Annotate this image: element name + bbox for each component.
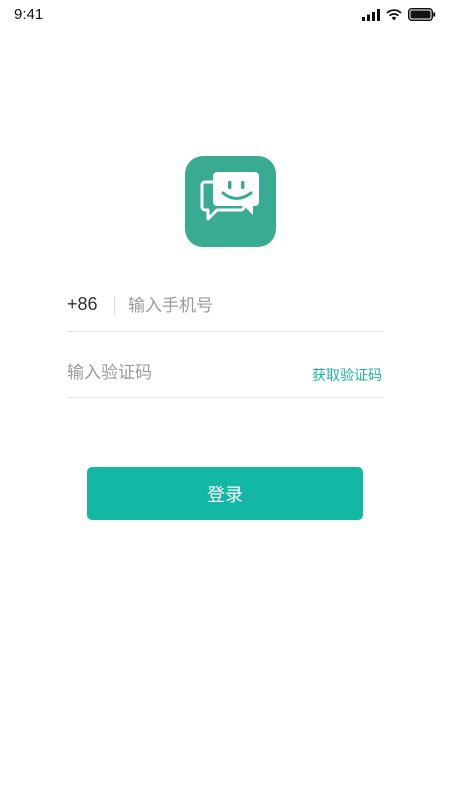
verification-code-input[interactable] (67, 360, 287, 386)
chat-smile-icon (199, 168, 263, 236)
status-time: 9:41 (14, 6, 44, 23)
status-bar: 9:41 (0, 0, 450, 28)
phone-input[interactable] (128, 293, 378, 319)
status-icons (362, 6, 436, 25)
battery-icon (408, 6, 436, 25)
login-button[interactable]: 登录 (87, 467, 363, 520)
login-screen: 9:41 +86 输入手机号 输入验证码 获取验证码 登录 (0, 0, 450, 800)
phone-row: +86 (67, 285, 384, 332)
country-code[interactable]: +86 (67, 294, 98, 315)
code-row: 获取验证码 (67, 352, 384, 398)
get-code-button[interactable]: 获取验证码 (312, 365, 382, 385)
cellular-signal-icon (362, 6, 380, 25)
app-logo (185, 156, 276, 247)
vertical-divider (114, 296, 115, 316)
wifi-icon (386, 6, 402, 25)
